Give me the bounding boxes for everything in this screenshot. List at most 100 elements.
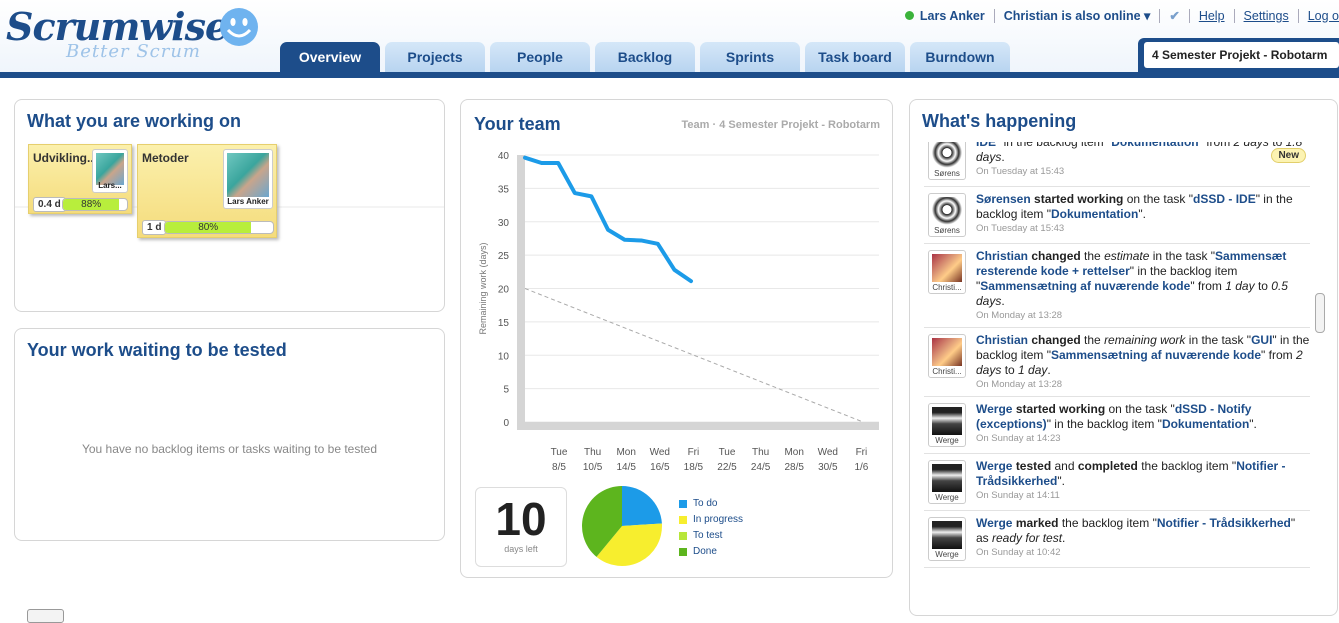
x-tick-day: Thu	[752, 447, 769, 458]
progress-bar: 88%	[62, 198, 128, 211]
project-selector-value[interactable]: 4 Semester Projekt - Robotarm	[1144, 42, 1339, 68]
y-axis-label: Remaining work (days)	[478, 242, 488, 334]
progress-bar: 80%	[164, 221, 274, 234]
activity-item: Sørens Sørensen started working on the t…	[924, 187, 1310, 244]
app-header: Scrumwise Better Scrum Lars Anker Christ…	[0, 0, 1339, 78]
project-selector[interactable]: 4 Semester Projekt - Robotarm	[1138, 38, 1339, 72]
online-users-dropdown[interactable]: Christian is also online ▾	[1004, 8, 1151, 23]
x-tick-date: 28/5	[784, 462, 804, 473]
activity-time: On Sunday at 14:11	[976, 490, 1310, 501]
x-tick-date: 30/5	[818, 462, 838, 473]
activity-time: On Tuesday at 15:43	[976, 223, 1310, 234]
y-tick-label: 15	[498, 318, 510, 329]
tab-burndown[interactable]: Burndown	[910, 42, 1010, 72]
checkmark-icon[interactable]: ✔	[1169, 8, 1179, 23]
avatar: Werge	[928, 517, 966, 561]
activity-item: Werge Werge marked the backlog item "Not…	[924, 511, 1310, 568]
smiley-logo-icon	[218, 6, 260, 48]
avatar: Lars Anker	[223, 149, 273, 209]
activity-text: Sørensen started working on the task "dS…	[976, 192, 1310, 222]
tab-overview[interactable]: Overview	[280, 42, 380, 72]
start-button[interactable]	[27, 609, 64, 623]
avatar: Lars...	[92, 149, 128, 193]
task-card[interactable]: Metoder Lars Anker 1 d 80%	[137, 144, 277, 238]
avatar: Werge	[928, 403, 966, 447]
x-tick-date: 14/5	[616, 462, 636, 473]
settings-link[interactable]: Settings	[1244, 9, 1289, 23]
activity-text: Christian changed the estimate in the ta…	[976, 249, 1310, 309]
legend-label: To test	[693, 530, 722, 541]
whats-happening-panel: What's happening Sørens IDE" in the back…	[909, 99, 1338, 616]
y-tick-label: 5	[503, 385, 509, 396]
panel-title: What's happening	[922, 111, 1076, 132]
main-tabs: Overview Projects People Backlog Sprints…	[280, 42, 1015, 72]
tab-projects[interactable]: Projects	[385, 42, 485, 72]
x-tick-date: 10/5	[583, 462, 603, 473]
tab-people[interactable]: People	[490, 42, 590, 72]
new-badge: New	[1271, 148, 1306, 163]
x-tick-date: 18/5	[684, 462, 704, 473]
legend-label: Done	[693, 546, 717, 557]
panel-title: Your work waiting to be tested	[27, 340, 287, 361]
y-tick-label: 0	[503, 418, 509, 429]
task-estimate: 1 d	[142, 220, 166, 235]
x-tick-day: Tue	[551, 447, 568, 458]
task-estimate: 0.4 d	[33, 197, 66, 212]
days-left-number: 10	[476, 494, 566, 544]
user-bar: Lars Anker Christian is also online ▾ ✔ …	[905, 8, 1339, 23]
legend-item: To do	[679, 498, 743, 509]
activity-item: Sørens IDE" in the backlog item "Dokumen…	[924, 142, 1310, 187]
y-tick-label: 35	[498, 184, 510, 195]
avatar: Christi...	[928, 334, 966, 378]
logout-link[interactable]: Log o	[1308, 9, 1339, 23]
tab-sprints[interactable]: Sprints	[700, 42, 800, 72]
pie-legend: To do In progress To test Done	[679, 498, 743, 562]
days-left-label: days left	[476, 544, 566, 554]
y-tick-label: 40	[498, 151, 510, 162]
activity-feed: Sørens IDE" in the backlog item "Dokumen…	[924, 142, 1310, 602]
activity-time: On Monday at 13:28	[976, 379, 1310, 390]
empty-message: You have no backlog items or tasks waiti…	[15, 442, 444, 456]
x-tick-day: Thu	[584, 447, 601, 458]
online-status-icon	[905, 11, 914, 20]
legend-item: In progress	[679, 514, 743, 525]
legend-item: Done	[679, 546, 743, 557]
legend-label: In progress	[693, 514, 743, 525]
tab-backlog[interactable]: Backlog	[595, 42, 695, 72]
current-user[interactable]: Lars Anker	[920, 9, 985, 23]
activity-time: On Sunday at 14:23	[976, 433, 1310, 444]
x-tick-day: Mon	[616, 447, 635, 458]
legend-swatch	[679, 548, 687, 556]
team-panel: Your team Team · 4 Semester Projekt - Ro…	[460, 99, 893, 578]
activity-item: Christi... Christian changed the estimat…	[924, 244, 1310, 328]
y-tick-label: 25	[498, 251, 510, 262]
activity-text: Christian changed the remaining work in …	[976, 333, 1310, 378]
feed-scrollbar[interactable]	[1313, 148, 1327, 603]
tab-task-board[interactable]: Task board	[805, 42, 905, 72]
x-tick-day: Fri	[856, 447, 868, 458]
x-tick-date: 1/6	[854, 462, 868, 473]
x-tick-date: 24/5	[751, 462, 771, 473]
x-tick-day: Wed	[650, 447, 670, 458]
y-tick-label: 10	[498, 351, 510, 362]
help-link[interactable]: Help	[1199, 9, 1225, 23]
task-card[interactable]: Udvikling... Lars... 0.4 d 88%	[28, 144, 132, 214]
panel-title: What you are working on	[27, 111, 241, 132]
activity-time: On Sunday at 10:42	[976, 547, 1310, 558]
activity-item: Werge Werge tested and completed the bac…	[924, 454, 1310, 511]
activity-item: Christi... Christian changed the remaini…	[924, 328, 1310, 397]
x-tick-date: 16/5	[650, 462, 670, 473]
activity-text: Werge marked the backlog item "Notifier …	[976, 516, 1310, 546]
task-title: Metoder	[142, 151, 189, 165]
activity-time: On Tuesday at 15:43	[976, 166, 1310, 177]
activity-item: Werge Werge started working on the task …	[924, 397, 1310, 454]
task-title: Udvikling...	[33, 151, 97, 165]
legend-swatch	[679, 500, 687, 508]
x-tick-day: Fri	[688, 447, 700, 458]
days-left-box: 10 days left	[475, 487, 567, 567]
activity-text: IDE" in the backlog item "Dokumentation"…	[976, 142, 1310, 165]
legend-swatch	[679, 532, 687, 540]
avatar: Sørens	[928, 142, 966, 180]
x-axis-bar	[517, 422, 879, 430]
avatar: Werge	[928, 460, 966, 504]
